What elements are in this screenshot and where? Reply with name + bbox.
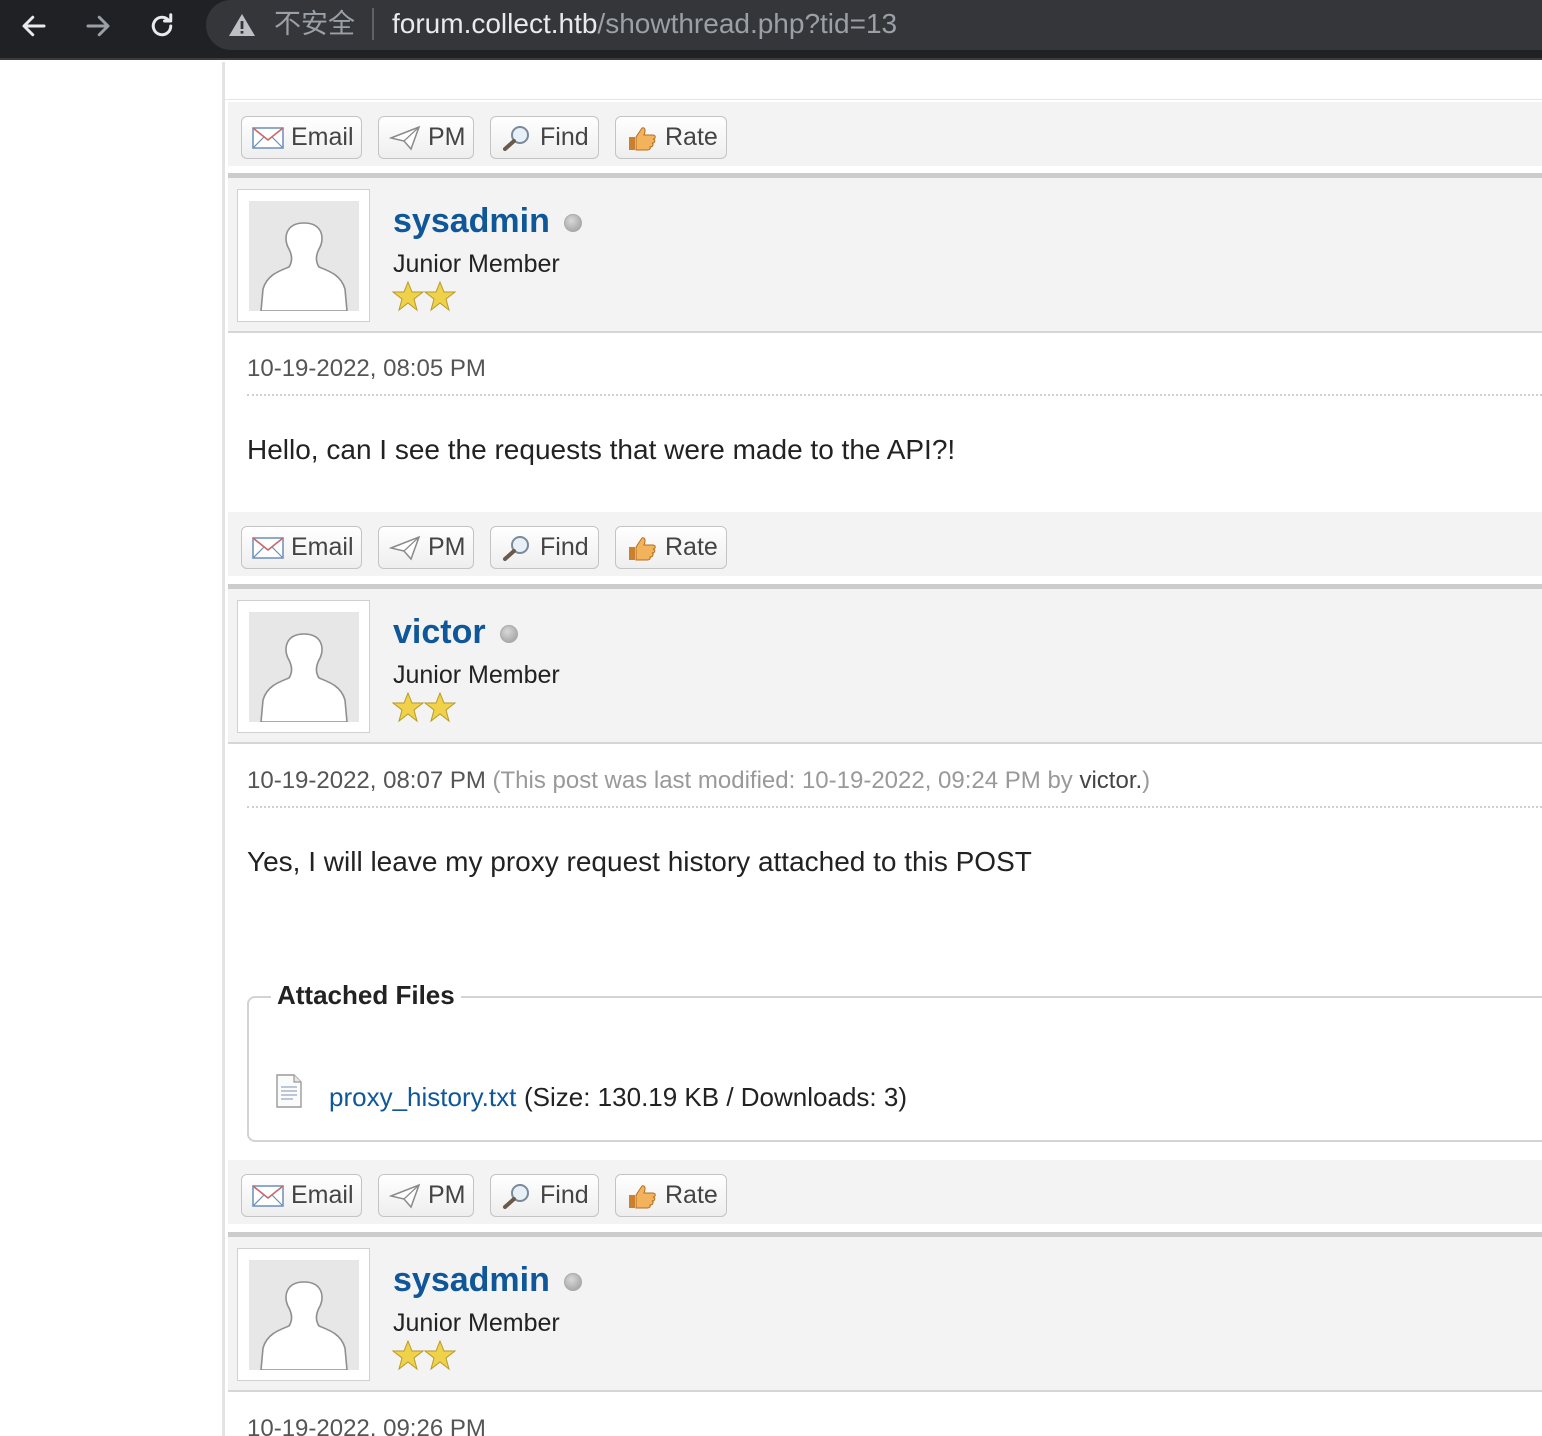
security-label[interactable]: 不安全 xyxy=(274,8,355,42)
rate-button-label: Rate xyxy=(665,533,718,561)
email-button[interactable]: Email xyxy=(241,526,362,569)
reload-icon xyxy=(151,13,173,37)
email-button[interactable]: Email xyxy=(241,1174,362,1217)
avatar[interactable] xyxy=(237,189,370,322)
omnibox-divider xyxy=(372,8,374,40)
paper-plane-icon xyxy=(389,125,421,150)
user-silhouette-icon xyxy=(260,633,348,722)
star-rating-icon xyxy=(391,1339,458,1373)
edit-note-user[interactable]: victor. xyxy=(1079,767,1142,794)
paper-plane-icon xyxy=(389,1183,421,1208)
avatar[interactable] xyxy=(237,600,370,733)
magnifier-icon xyxy=(503,535,529,561)
post-message: Hello, can I see the requests that were … xyxy=(247,434,956,465)
offline-status-icon xyxy=(500,625,518,643)
author-user-title: Junior Member xyxy=(393,1309,560,1337)
pm-button[interactable]: PM xyxy=(378,526,474,569)
find-button[interactable]: Find xyxy=(490,526,599,569)
author-user-title: Junior Member xyxy=(393,661,560,689)
url-text[interactable]: forum.collect.htb/showthread.php?tid=13 xyxy=(392,6,897,42)
post-message: Yes, I will leave my proxy request histo… xyxy=(247,846,1032,877)
attachment-info: (Size: 130.19 KB / Downloads: 3) xyxy=(524,1082,907,1112)
pm-button-label: PM xyxy=(428,123,466,151)
attachment-link[interactable]: proxy_history.txt xyxy=(329,1082,516,1113)
address-bar[interactable]: 不安全 forum.collect.htb/showthread.php?tid… xyxy=(206,0,1542,50)
post-date-line: 10-19-2022, 09:26 PM xyxy=(247,1408,1542,1436)
post-buttons-bar: Email PM Find Rate xyxy=(228,512,1542,576)
email-icon xyxy=(252,126,284,149)
reload-button[interactable] xyxy=(142,6,182,46)
post-date-line: 10-19-2022, 08:07 PM (This post was last… xyxy=(247,760,1542,808)
url-path: /showthread.php?tid=13 xyxy=(597,8,898,39)
user-silhouette-icon xyxy=(260,222,348,311)
thumbs-up-icon xyxy=(629,1184,656,1208)
forward-button[interactable] xyxy=(78,6,118,46)
warning-icon[interactable] xyxy=(228,12,256,38)
edit-note-suffix: ) xyxy=(1142,767,1151,794)
thread-content: Email PM Find Rate sysadmin Junior Membe… xyxy=(225,62,1542,1436)
magnifier-icon xyxy=(503,125,529,151)
star-rating-icon xyxy=(391,280,458,314)
rate-button[interactable]: Rate xyxy=(615,1174,727,1217)
paper-plane-icon xyxy=(389,535,421,560)
find-button-label: Find xyxy=(540,1181,589,1209)
find-button[interactable]: Find xyxy=(490,116,599,159)
post-date-line: 10-19-2022, 08:05 PM xyxy=(247,348,1542,396)
email-icon xyxy=(252,536,284,559)
rate-button[interactable]: Rate xyxy=(615,526,727,569)
text-file-icon xyxy=(276,1074,302,1108)
rate-button-label: Rate xyxy=(665,123,718,151)
rate-button-label: Rate xyxy=(665,1181,718,1209)
author-username[interactable]: sysadmin xyxy=(393,202,550,241)
post-buttons-bar: Email PM Find Rate xyxy=(228,102,1542,166)
thumbs-up-icon xyxy=(629,126,656,150)
default-avatar-image xyxy=(249,612,359,722)
attached-files-box: Attached Files proxy_history.txt (Size: … xyxy=(247,980,1542,1142)
back-button[interactable] xyxy=(14,6,54,46)
edit-note-prefix: (This post was last modified: 10-19-2022… xyxy=(492,767,1080,794)
post-author-box: victor Junior Member xyxy=(228,584,1542,744)
user-silhouette-icon xyxy=(260,1281,348,1370)
author-username[interactable]: sysadmin xyxy=(393,1261,550,1300)
find-button-label: Find xyxy=(540,533,589,561)
email-button-label: Email xyxy=(291,123,354,151)
author-user-title: Junior Member xyxy=(393,250,560,278)
previous-post-end xyxy=(225,62,1542,100)
post-edit-note: (This post was last modified: 10-19-2022… xyxy=(493,767,1151,794)
post-date[interactable]: 10-19-2022, 08:07 PM xyxy=(247,767,486,794)
find-button-label: Find xyxy=(540,123,589,151)
email-button[interactable]: Email xyxy=(241,116,362,159)
pm-button-label: PM xyxy=(428,1181,466,1209)
find-button[interactable]: Find xyxy=(490,1174,599,1217)
post-date[interactable]: 10-19-2022, 08:05 PM xyxy=(247,355,486,382)
rate-button[interactable]: Rate xyxy=(615,116,727,159)
post-author-box: sysadmin Junior Member xyxy=(228,1232,1542,1392)
pm-button[interactable]: PM xyxy=(378,1174,474,1217)
magnifier-icon xyxy=(503,1183,529,1209)
post-buttons-bar: Email PM Find Rate xyxy=(228,1160,1542,1224)
post-date[interactable]: 10-19-2022, 09:26 PM xyxy=(247,1415,486,1436)
attached-files-title: Attached Files xyxy=(271,980,461,1011)
email-button-label: Email xyxy=(291,533,354,561)
star-rating-icon xyxy=(391,691,458,725)
url-host: forum.collect.htb xyxy=(392,8,598,39)
avatar[interactable] xyxy=(237,1248,370,1381)
author-username[interactable]: victor xyxy=(393,613,486,652)
default-avatar-image xyxy=(249,201,359,311)
offline-status-icon xyxy=(564,214,582,232)
arrow-right-icon xyxy=(86,15,110,37)
pm-button-label: PM xyxy=(428,533,466,561)
arrow-left-icon xyxy=(22,15,46,37)
offline-status-icon xyxy=(564,1273,582,1291)
post-author-box: sysadmin Junior Member xyxy=(228,173,1542,333)
email-icon xyxy=(252,1184,284,1207)
email-button-label: Email xyxy=(291,1181,354,1209)
thumbs-up-icon xyxy=(629,536,656,560)
pm-button[interactable]: PM xyxy=(378,116,474,159)
browser-toolbar: 不安全 forum.collect.htb/showthread.php?tid… xyxy=(0,0,1542,60)
default-avatar-image xyxy=(249,1260,359,1370)
